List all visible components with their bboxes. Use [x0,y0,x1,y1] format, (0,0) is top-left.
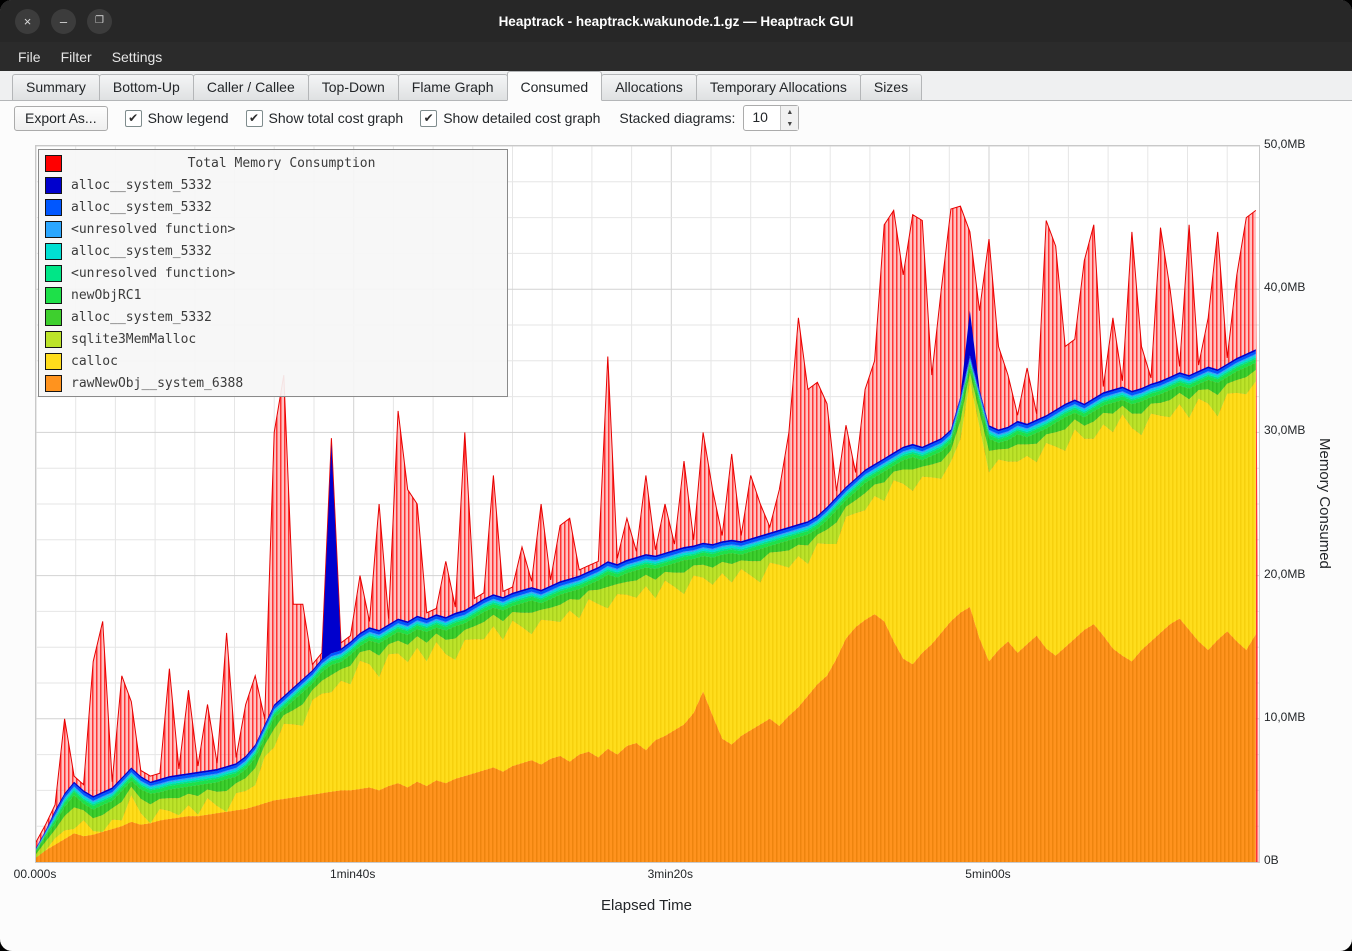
legend-swatch [45,155,62,172]
close-button[interactable]: × [15,9,40,34]
tab-bar: Summary Bottom-Up Caller / Callee Top-Do… [0,71,1352,101]
legend-swatch [45,221,62,238]
tab-temporary-allocations[interactable]: Temporary Allocations [696,74,861,100]
tab-allocations[interactable]: Allocations [601,74,697,100]
x-axis-tick: 3min20s [630,867,710,881]
y-axis-tick: 30,0MB [1264,423,1305,437]
x-axis-tick: 1min40s [313,867,393,881]
minimize-button[interactable]: – [51,9,76,34]
tab-flame-graph[interactable]: Flame Graph [398,74,508,100]
x-axis-tick: 00.000s [0,867,75,881]
tab-sizes[interactable]: Sizes [860,74,922,100]
legend-swatch [45,331,62,348]
checkbox-label: Show total cost graph [269,110,404,126]
checkbox-label: Show detailed cost graph [443,110,600,126]
y-axis-title: Memory Consumed [1316,145,1333,861]
y-axis-tick: 20,0MB [1264,567,1305,581]
legend-swatch [45,375,62,392]
legend-label: alloc__system_5332 [71,244,212,259]
legend-swatch [45,265,62,282]
menu-settings[interactable]: Settings [102,42,173,71]
legend-item: alloc__system_5332 [39,240,507,262]
chart-legend: Total Memory Consumption alloc__system_53… [38,149,508,397]
legend-item: rawNewObj__system_6388 [39,372,507,394]
stacked-diagrams-spinbox[interactable]: 10 ▲ ▼ [743,105,799,131]
legend-swatch [45,287,62,304]
legend-item: alloc__system_5332 [39,306,507,328]
menubar: File Filter Settings [0,42,1352,71]
legend-swatch [45,309,62,326]
legend-item: newObjRC1 [39,284,507,306]
checkbox-show-detailed-cost-graph[interactable]: ✔ Show detailed cost graph [420,110,600,127]
legend-item: calloc [39,350,507,372]
legend-label: calloc [71,354,118,369]
legend-label: alloc__system_5332 [71,200,212,215]
checkbox-label: Show legend [148,110,229,126]
legend-item: alloc__system_5332 [39,196,507,218]
legend-swatch [45,199,62,216]
consumed-chart-panel: Total Memory Consumption alloc__system_53… [0,135,1352,951]
legend-item: alloc__system_5332 [39,174,507,196]
legend-item: <unresolved function> [39,262,507,284]
legend-label: alloc__system_5332 [71,310,212,325]
legend-swatch [45,177,62,194]
menu-file[interactable]: File [8,42,51,71]
legend-swatch [45,243,62,260]
legend-label: alloc__system_5332 [71,178,212,193]
tab-summary[interactable]: Summary [12,74,100,100]
titlebar[interactable]: × – ❐ Heaptrack - heaptrack.wakunode.1.g… [0,0,1352,42]
spinbox-down-icon[interactable]: ▼ [781,118,798,130]
export-as-button[interactable]: Export As... [14,106,108,131]
tab-bottom-up[interactable]: Bottom-Up [99,74,194,100]
legend-item: <unresolved function> [39,218,507,240]
menu-filter[interactable]: Filter [51,42,102,71]
legend-label: rawNewObj__system_6388 [71,376,243,391]
checkbox-show-total-cost-graph[interactable]: ✔ Show total cost graph [246,110,404,127]
legend-label: <unresolved function> [71,266,235,281]
legend-item: sqlite3MemMalloc [39,328,507,350]
spinbox-up-icon[interactable]: ▲ [781,106,798,118]
y-axis-tick: 0B [1264,853,1279,867]
checkbox-checked-icon: ✔ [246,110,263,127]
toolbar: Export As... ✔ Show legend ✔ Show total … [0,101,1352,135]
checkbox-show-legend[interactable]: ✔ Show legend [125,110,229,127]
checkbox-checked-icon: ✔ [420,110,437,127]
tab-consumed[interactable]: Consumed [507,71,603,101]
tab-top-down[interactable]: Top-Down [308,74,399,100]
tab-caller-callee[interactable]: Caller / Callee [193,74,309,100]
legend-swatch [45,353,62,370]
legend-label: newObjRC1 [71,288,141,303]
spinbox-buttons: ▲ ▼ [780,106,798,130]
legend-label: Total Memory Consumption [62,156,501,171]
window-title: Heaptrack - heaptrack.wakunode.1.gz — He… [0,14,1352,29]
window-controls: × – ❐ [0,9,112,34]
x-axis-tick: 5min00s [948,867,1028,881]
y-axis-tick: 40,0MB [1264,280,1305,294]
x-axis-title: Elapsed Time [35,897,1258,914]
legend-title-row: Total Memory Consumption [39,152,507,174]
y-axis-tick: 10,0MB [1264,710,1305,724]
heaptrack-window: × – ❐ Heaptrack - heaptrack.wakunode.1.g… [0,0,1352,951]
maximize-button[interactable]: ❐ [87,9,112,34]
checkbox-checked-icon: ✔ [125,110,142,127]
stacked-diagrams-label: Stacked diagrams: [619,110,735,126]
legend-label: <unresolved function> [71,222,235,237]
desktop: × – ❐ Heaptrack - heaptrack.wakunode.1.g… [0,0,1352,951]
legend-label: sqlite3MemMalloc [71,332,196,347]
y-axis-tick: 50,0MB [1264,137,1305,151]
spinbox-value[interactable]: 10 [744,106,780,130]
